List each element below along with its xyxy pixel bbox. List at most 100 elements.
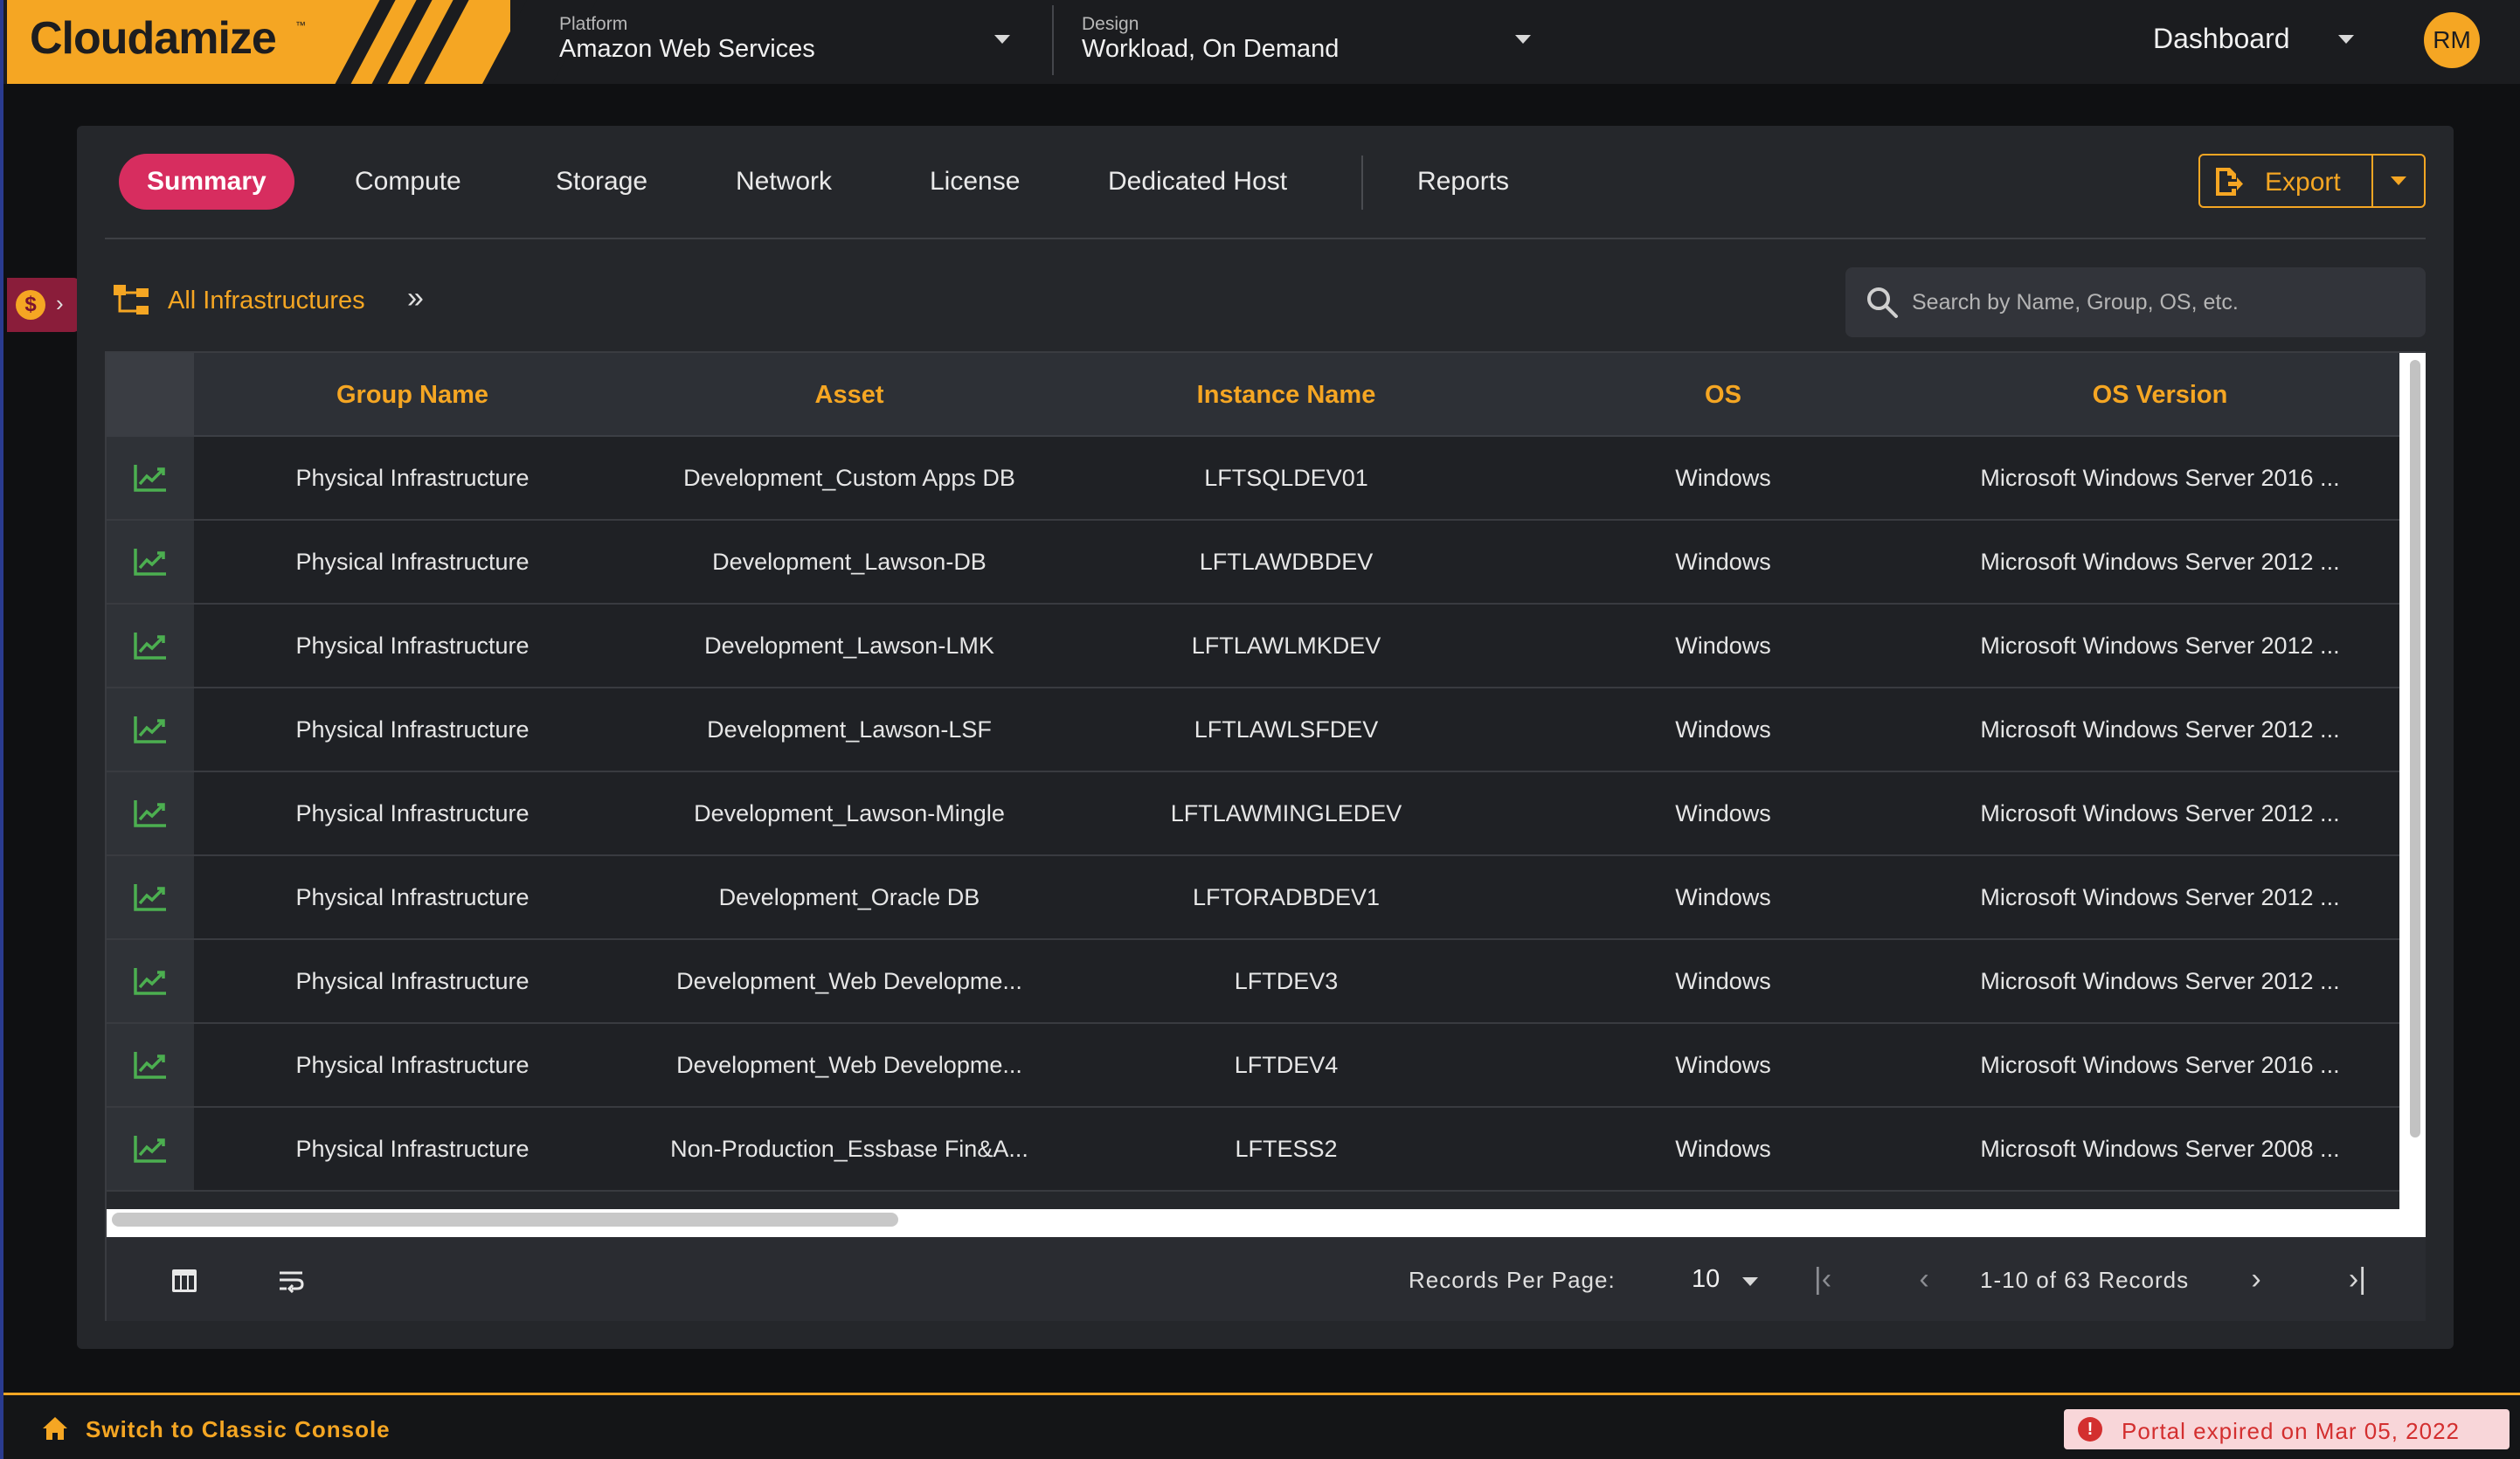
trend-chart-icon[interactable]	[133, 715, 168, 744]
chevron-down-icon[interactable]	[2391, 176, 2406, 185]
double-chevron-icon[interactable]: »	[407, 281, 424, 315]
table-cell-asset: Development_Oracle DB	[718, 884, 980, 910]
table-row[interactable]: Physical Infrastructure Development_Lawso…	[107, 605, 2399, 688]
tab-compute[interactable]: Compute	[355, 154, 461, 210]
dollar-icon: $	[16, 290, 45, 320]
table-cell-group-name: Physical Infrastructure	[295, 800, 530, 826]
next-page-icon[interactable]: ›	[2239, 1262, 2274, 1297]
table-cell-os-version: Microsoft Windows Server 2012 ...	[1980, 800, 2340, 826]
logo[interactable]: Cloudamize ™	[7, 0, 510, 84]
chevron-down-icon	[1515, 35, 1531, 44]
table-header: Group Name Asset Instance Name OS OS Ver…	[107, 353, 2399, 437]
table-row[interactable]: Physical Infrastructure Non-Production_Es…	[107, 1108, 2399, 1192]
trend-chart-icon[interactable]	[133, 1050, 168, 1080]
portal-expired-text: Portal expired on Mar 05, 2022	[2122, 1418, 2460, 1444]
row-chart-cell	[107, 856, 194, 938]
horizontal-scrollbar[interactable]	[112, 1213, 898, 1227]
table-row[interactable]: Physical Infrastructure Development_Custo…	[107, 437, 2399, 521]
table-cell-group-name: Physical Infrastructure	[295, 633, 530, 659]
platform-select[interactable]: Platform Amazon Web Services	[559, 0, 1022, 84]
prev-page-icon[interactable]: ‹	[1907, 1262, 1942, 1297]
tab-license[interactable]: License	[930, 154, 1020, 210]
table-cell-instance-name: LFTESS2	[1235, 1136, 1338, 1162]
tab-summary[interactable]: Summary	[119, 154, 294, 210]
trend-chart-icon[interactable]	[133, 966, 168, 996]
table-cell-group-name: Physical Infrastructure	[295, 884, 530, 910]
main-panel: Summary Compute Storage Network License …	[77, 126, 2454, 1349]
design-label: Design	[1082, 14, 1139, 34]
table-cell-instance-name: LFTDEV3	[1234, 968, 1339, 994]
chevron-down-icon	[994, 35, 1010, 44]
tab-reports[interactable]: Reports	[1417, 154, 1509, 210]
column-header-os-version[interactable]: OS Version	[1942, 353, 2378, 437]
table-row[interactable]: Physical Infrastructure Development_Lawso…	[107, 521, 2399, 605]
design-value: Workload, On Demand	[1082, 35, 1340, 63]
table-cell-os: Windows	[1675, 465, 1771, 491]
trend-chart-icon[interactable]	[133, 1134, 168, 1164]
chevron-down-icon	[2338, 35, 2354, 44]
table-cell-group-name: Physical Infrastructure	[295, 465, 530, 491]
hierarchy-icon	[114, 285, 149, 315]
tab-storage[interactable]: Storage	[556, 154, 647, 210]
table-cell-instance-name: LFTLAWLMKDEV	[1191, 633, 1381, 659]
table-row[interactable]: Physical Infrastructure Development_Web D…	[107, 1024, 2399, 1108]
platform-label: Platform	[559, 14, 628, 34]
export-button[interactable]: Export	[2198, 154, 2426, 208]
status-bar: Switch to Classic Console ! Portal expir…	[3, 1393, 2520, 1459]
header-spacer	[107, 353, 194, 437]
table-row[interactable]: Physical Infrastructure Development_Oracl…	[107, 856, 2399, 940]
table-cell-os: Windows	[1675, 716, 1771, 743]
avatar[interactable]: RM	[2424, 12, 2480, 68]
export-split	[2371, 156, 2373, 206]
column-header-os[interactable]: OS	[1505, 353, 1942, 437]
logo-trademark: ™	[295, 19, 306, 31]
platform-value: Amazon Web Services	[559, 35, 815, 63]
column-header-instance-name[interactable]: Instance Name	[1068, 353, 1505, 437]
search-icon	[1867, 287, 1898, 318]
column-header-asset[interactable]: Asset	[631, 353, 1068, 437]
table-row[interactable]: Physical Infrastructure Development_Lawso…	[107, 688, 2399, 772]
first-page-icon[interactable]: |‹	[1805, 1262, 1840, 1297]
table-footer: Records Per Page: 10 |‹ ‹ 1-10 of 63 Rec…	[107, 1237, 2426, 1321]
vertical-scrollbar[interactable]	[2410, 360, 2420, 1137]
trend-chart-icon[interactable]	[133, 463, 168, 493]
table-cell-os: Windows	[1675, 1052, 1771, 1078]
cost-panel-toggle[interactable]: $ ›	[7, 278, 80, 332]
trend-chart-icon[interactable]	[133, 547, 168, 577]
table-row[interactable]: Physical Infrastructure Development_Web D…	[107, 940, 2399, 1024]
row-chart-cell	[107, 521, 194, 603]
table-cell-instance-name: LFTLAWLSFDEV	[1194, 716, 1379, 743]
search-input[interactable]	[1912, 283, 2401, 322]
breadcrumb-all-infrastructures[interactable]: All Infrastructures	[168, 287, 365, 315]
table-row[interactable]: Physical Infrastructure Development_Lawso…	[107, 772, 2399, 856]
trend-chart-icon[interactable]	[133, 799, 168, 828]
table-cell-os-version: Microsoft Windows Server 2012 ...	[1980, 716, 2340, 743]
trend-chart-icon[interactable]	[133, 882, 168, 912]
row-chart-cell	[107, 688, 194, 771]
table-cell-instance-name: LFTSQLDEV01	[1204, 465, 1368, 491]
row-chart-cell	[107, 772, 194, 854]
table-layout-icon[interactable]	[171, 1269, 197, 1293]
table-cell-group-name: Physical Infrastructure	[295, 549, 530, 575]
table-cell-instance-name: LFTLAWDBDEV	[1199, 549, 1374, 575]
search-box	[1845, 267, 2426, 337]
table-cell-os: Windows	[1675, 633, 1771, 659]
info-icon: !	[2078, 1417, 2102, 1442]
table-cell-os-version: Microsoft Windows Server 2012 ...	[1980, 884, 2340, 910]
export-label: Export	[2265, 168, 2341, 197]
table-cell-os-version: Microsoft Windows Server 2012 ...	[1980, 968, 2340, 994]
table-cell-os-version: Microsoft Windows Server 2008 ...	[1980, 1136, 2340, 1162]
table-cell-os: Windows	[1675, 968, 1771, 994]
last-page-icon[interactable]: ›|	[2340, 1262, 2375, 1297]
tab-dedicated-host[interactable]: Dedicated Host	[1108, 154, 1287, 210]
table-cell-instance-name: LFTORADBDEV1	[1192, 884, 1381, 910]
switch-classic-console-link[interactable]: Switch to Classic Console	[86, 1416, 391, 1443]
column-header-group-name[interactable]: Group Name	[194, 353, 631, 437]
table-cell-os: Windows	[1675, 1136, 1771, 1162]
chevron-down-icon	[1742, 1277, 1758, 1286]
row-chart-cell	[107, 940, 194, 1022]
design-select[interactable]: Design Workload, On Demand	[1082, 0, 1545, 84]
tab-network[interactable]: Network	[736, 154, 832, 210]
trend-chart-icon[interactable]	[133, 631, 168, 660]
wrap-text-icon[interactable]	[278, 1269, 304, 1293]
